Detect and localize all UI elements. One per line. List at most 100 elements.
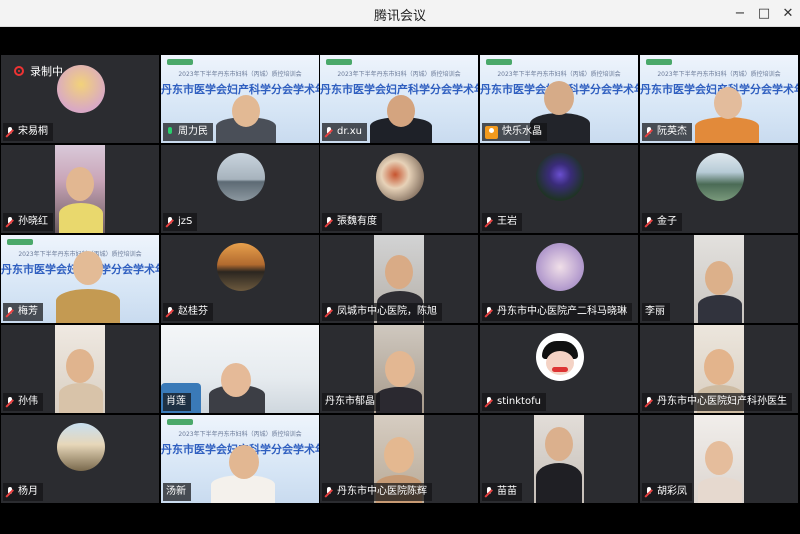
participant-tile[interactable]: 苗苗 <box>480 415 638 503</box>
mic-muted-icon <box>325 127 333 137</box>
title-bar: 腾讯会议 − □ ✕ <box>0 0 800 27</box>
participant-video <box>211 475 275 503</box>
participant-tile[interactable]: 胡彩凤 <box>640 415 798 503</box>
recording-label: 录制中 <box>30 65 63 78</box>
mic-muted-icon <box>645 217 653 227</box>
participant-label: 丹东市中心医院陈辉 <box>322 483 432 501</box>
participant-avatar <box>376 153 424 201</box>
participant-name: 赵桂芬 <box>178 306 208 317</box>
video-grid: 宋易桐 2023年下半年丹东市妇科（丙城）质控培训会 丹东市医学会妇产科学分会学术… <box>0 54 800 504</box>
participant-label: 張魏有度 <box>322 213 382 231</box>
participant-name: 胡彩凤 <box>657 486 687 497</box>
participant-avatar <box>536 243 584 291</box>
participant-video <box>534 415 584 503</box>
participant-name: 宋易桐 <box>18 126 48 137</box>
close-button[interactable]: ✕ <box>774 0 800 27</box>
participant-tile[interactable]: stinktofu <box>480 325 638 413</box>
participant-name: 丹东市郁晶 <box>325 396 375 407</box>
participant-tile[interactable]: 2023年下半年丹东市妇科（丙城）质控培训会丹东市医学会妇产科学分会学术年会 梅… <box>1 235 159 323</box>
participant-video <box>55 325 105 413</box>
participant-name: 孙晓红 <box>18 216 48 227</box>
participant-label: 苗苗 <box>482 483 522 501</box>
participant-label: 胡彩凤 <box>642 483 692 501</box>
participant-name: 阮英杰 <box>657 126 687 137</box>
maximize-icon: □ <box>757 6 771 21</box>
record-icon <box>14 66 24 76</box>
participant-avatar <box>57 65 105 113</box>
participant-tile[interactable]: 肖莲 <box>161 325 319 413</box>
participant-label: 王岩 <box>482 213 522 231</box>
bottom-bar <box>0 504 800 534</box>
participant-video <box>694 415 744 503</box>
mic-muted-icon <box>6 487 14 497</box>
participant-tile[interactable]: 王岩 <box>480 145 638 233</box>
participant-avatar <box>57 423 105 471</box>
participant-tile[interactable]: 李丽 <box>640 235 798 323</box>
user-icon <box>485 125 498 139</box>
participant-name: 周力民 <box>178 126 208 137</box>
mic-muted-icon <box>325 487 333 497</box>
participant-tile[interactable]: 孙晓红 <box>1 145 159 233</box>
participant-name: 凤城市中心医院，陈旭 <box>337 306 437 317</box>
minimize-icon: − <box>734 6 746 21</box>
participant-label: 丹东市中心医院妇产科孙医生 <box>642 393 792 411</box>
mic-muted-icon <box>485 487 493 497</box>
participant-tile[interactable]: 丹东市中心医院产二科马晓琳 <box>480 235 638 323</box>
mic-muted-icon <box>6 307 14 317</box>
participant-label: 孙伟 <box>3 393 43 411</box>
participant-label: 快乐水晶 <box>482 123 547 141</box>
participant-video <box>55 145 105 233</box>
mic-muted-icon <box>6 397 14 407</box>
participant-name: 李丽 <box>645 306 665 317</box>
mic-muted-icon <box>485 397 493 407</box>
mic-muted-icon <box>485 217 493 227</box>
participant-tile[interactable]: 張魏有度 <box>320 145 478 233</box>
participant-label: 金子 <box>642 213 682 231</box>
participant-name: 丹东市中心医院产二科马晓琳 <box>497 306 627 317</box>
participant-video <box>374 325 424 413</box>
participant-name: stinktofu <box>497 396 541 407</box>
participant-name: jzS <box>178 216 193 227</box>
participant-label: 周力民 <box>163 123 213 141</box>
participant-video <box>56 289 120 323</box>
participant-tile[interactable]: 丹东市中心医院陈辉 <box>320 415 478 503</box>
participant-tile[interactable]: 丹东市郁晶 <box>320 325 478 413</box>
participant-tile[interactable]: 金子 <box>640 145 798 233</box>
participant-label: stinktofu <box>482 393 546 411</box>
participant-label: 杨月 <box>3 483 43 501</box>
participant-label: 丹东市郁晶 <box>322 393 380 411</box>
participant-avatar <box>536 333 584 381</box>
participant-tile[interactable]: 2023年下半年丹东市妇科（丙城）质控培训会丹东市医学会妇产科学分会学术年会 d… <box>320 55 478 143</box>
participant-label: 凤城市中心医院，陈旭 <box>322 303 442 321</box>
participant-tile[interactable]: 2023年下半年丹东市妇科（丙城）质控培训会丹东市医学会妇产科学分会学术年会 快… <box>480 55 638 143</box>
participant-name: 快乐水晶 <box>502 126 542 137</box>
participant-video <box>694 235 744 323</box>
participant-name: 丹东市中心医院妇产科孙医生 <box>657 396 787 407</box>
participant-tile[interactable]: jzS <box>161 145 319 233</box>
participant-tile[interactable]: 2023年下半年丹东市妇科（丙城）质控培训会丹东市医学会妇产科学分会学术年会 汤… <box>161 415 319 503</box>
mic-muted-icon <box>645 127 653 137</box>
mic-muted-icon <box>645 487 653 497</box>
participant-tile[interactable]: 杨月 <box>1 415 159 503</box>
participant-name: 肖莲 <box>166 396 186 407</box>
participant-name: 金子 <box>657 216 677 227</box>
participant-label: jzS <box>163 213 198 231</box>
participant-tile[interactable]: 2023年下半年丹东市妇科（丙城）质控培训会丹东市医学会妇产科学分会学术年会 阮… <box>640 55 798 143</box>
participant-name: 苗苗 <box>497 486 517 497</box>
participant-name: 孙伟 <box>18 396 38 407</box>
recording-indicator[interactable]: 录制中 <box>14 63 63 79</box>
participant-tile[interactable]: 赵桂芬 <box>161 235 319 323</box>
mic-muted-icon <box>325 217 333 227</box>
participant-name: 王岩 <box>497 216 517 227</box>
participant-avatar <box>217 243 265 291</box>
window-title: 腾讯会议 <box>373 9 426 24</box>
mic-muted-icon <box>166 307 174 317</box>
participant-name: 汤新 <box>166 486 186 497</box>
participant-tile[interactable]: 孙伟 <box>1 325 159 413</box>
participant-name: 杨月 <box>18 486 38 497</box>
participant-avatar <box>696 153 744 201</box>
participant-tile[interactable]: 丹东市中心医院妇产科孙医生 <box>640 325 798 413</box>
participant-label: 梅芳 <box>3 303 43 321</box>
participant-tile[interactable]: 2023年下半年丹东市妇科（丙城）质控培训会丹东市医学会妇产科学分会学术年会 周… <box>161 55 319 143</box>
participant-tile[interactable]: 凤城市中心医院，陈旭 <box>320 235 478 323</box>
